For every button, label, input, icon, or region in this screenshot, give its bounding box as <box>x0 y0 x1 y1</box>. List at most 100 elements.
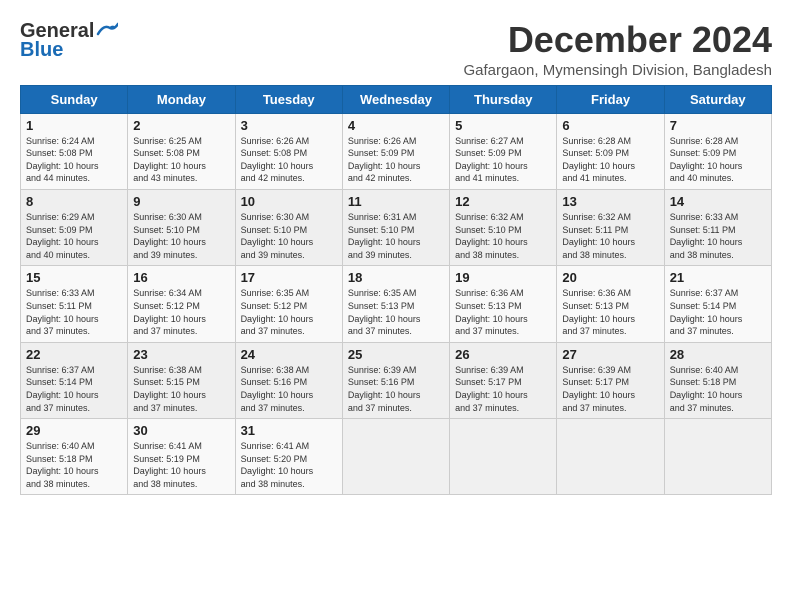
calendar-cell: 8 Sunrise: 6:29 AM Sunset: 5:09 PM Daylig… <box>21 189 128 265</box>
day-info: Sunrise: 6:39 AM Sunset: 5:16 PM Dayligh… <box>348 364 444 414</box>
logo-blue: Blue <box>20 39 63 62</box>
calendar-week-5: 29Sunrise: 6:40 AM Sunset: 5:18 PM Dayli… <box>21 419 772 495</box>
day-info: Sunrise: 6:36 AM Sunset: 5:13 PM Dayligh… <box>455 287 551 337</box>
calendar-cell: 13Sunrise: 6:32 AM Sunset: 5:11 PM Dayli… <box>557 189 664 265</box>
day-info: Sunrise: 6:39 AM Sunset: 5:17 PM Dayligh… <box>455 364 551 414</box>
day-info: Sunrise: 6:35 AM Sunset: 5:13 PM Dayligh… <box>348 287 444 337</box>
weekday-header-row: SundayMondayTuesdayWednesdayThursdayFrid… <box>21 85 772 113</box>
day-number: 18 <box>348 270 444 285</box>
day-number: 2 <box>133 118 229 133</box>
weekday-header-friday: Friday <box>557 85 664 113</box>
day-number: 1 <box>26 118 122 133</box>
weekday-header-sunday: Sunday <box>21 85 128 113</box>
calendar-week-1: 1 Sunrise: 6:24 AM Sunset: 5:08 PM Daylig… <box>21 113 772 189</box>
day-number: 14 <box>670 194 766 209</box>
weekday-header-wednesday: Wednesday <box>342 85 449 113</box>
calendar-cell <box>342 419 449 495</box>
weekday-header-tuesday: Tuesday <box>235 85 342 113</box>
calendar-cell: 17Sunrise: 6:35 AM Sunset: 5:12 PM Dayli… <box>235 266 342 342</box>
calendar-cell: 9Sunrise: 6:30 AM Sunset: 5:10 PM Daylig… <box>128 189 235 265</box>
calendar-cell: 16Sunrise: 6:34 AM Sunset: 5:12 PM Dayli… <box>128 266 235 342</box>
calendar-week-2: 8 Sunrise: 6:29 AM Sunset: 5:09 PM Daylig… <box>21 189 772 265</box>
calendar-cell: 30 Sunrise: 6:41 AM Sunset: 5:19 PM Dayli… <box>128 419 235 495</box>
weekday-header-monday: Monday <box>128 85 235 113</box>
calendar-week-3: 15Sunrise: 6:33 AM Sunset: 5:11 PM Dayli… <box>21 266 772 342</box>
day-info: Sunrise: 6:40 AM Sunset: 5:18 PM Dayligh… <box>26 440 122 490</box>
calendar-cell <box>450 419 557 495</box>
day-info: Sunrise: 6:29 AM Sunset: 5:09 PM Dayligh… <box>26 211 122 261</box>
day-number: 7 <box>670 118 766 133</box>
calendar-cell: 6 Sunrise: 6:28 AM Sunset: 5:09 PM Daylig… <box>557 113 664 189</box>
day-number: 4 <box>348 118 444 133</box>
day-info: Sunrise: 6:40 AM Sunset: 5:18 PM Dayligh… <box>670 364 766 414</box>
day-number: 23 <box>133 347 229 362</box>
day-info: Sunrise: 6:27 AM Sunset: 5:09 PM Dayligh… <box>455 135 551 185</box>
day-number: 22 <box>26 347 122 362</box>
day-info: Sunrise: 6:34 AM Sunset: 5:12 PM Dayligh… <box>133 287 229 337</box>
calendar-cell: 4 Sunrise: 6:26 AM Sunset: 5:09 PM Daylig… <box>342 113 449 189</box>
calendar-cell: 24Sunrise: 6:38 AM Sunset: 5:16 PM Dayli… <box>235 342 342 418</box>
calendar-cell: 7 Sunrise: 6:28 AM Sunset: 5:09 PM Daylig… <box>664 113 771 189</box>
day-info: Sunrise: 6:26 AM Sunset: 5:09 PM Dayligh… <box>348 135 444 185</box>
calendar-week-4: 22Sunrise: 6:37 AM Sunset: 5:14 PM Dayli… <box>21 342 772 418</box>
day-number: 30 <box>133 423 229 438</box>
day-info: Sunrise: 6:28 AM Sunset: 5:09 PM Dayligh… <box>670 135 766 185</box>
logo: General Blue <box>20 20 118 62</box>
calendar-cell: 23 Sunrise: 6:38 AM Sunset: 5:15 PM Dayli… <box>128 342 235 418</box>
day-info: Sunrise: 6:41 AM Sunset: 5:19 PM Dayligh… <box>133 440 229 490</box>
calendar-cell: 28 Sunrise: 6:40 AM Sunset: 5:18 PM Dayli… <box>664 342 771 418</box>
calendar-cell: 26 Sunrise: 6:39 AM Sunset: 5:17 PM Dayli… <box>450 342 557 418</box>
day-info: Sunrise: 6:30 AM Sunset: 5:10 PM Dayligh… <box>241 211 337 261</box>
day-number: 11 <box>348 194 444 209</box>
calendar-cell: 12 Sunrise: 6:32 AM Sunset: 5:10 PM Dayli… <box>450 189 557 265</box>
calendar-cell: 3 Sunrise: 6:26 AM Sunset: 5:08 PM Daylig… <box>235 113 342 189</box>
day-number: 21 <box>670 270 766 285</box>
day-info: Sunrise: 6:36 AM Sunset: 5:13 PM Dayligh… <box>562 287 658 337</box>
day-number: 19 <box>455 270 551 285</box>
title-section: December 2024 Gafargaon, Mymensingh Divi… <box>463 20 772 79</box>
calendar-cell: 21 Sunrise: 6:37 AM Sunset: 5:14 PM Dayli… <box>664 266 771 342</box>
day-info: Sunrise: 6:24 AM Sunset: 5:08 PM Dayligh… <box>26 135 122 185</box>
calendar-cell: 31 Sunrise: 6:41 AM Sunset: 5:20 PM Dayli… <box>235 419 342 495</box>
day-number: 26 <box>455 347 551 362</box>
day-number: 28 <box>670 347 766 362</box>
day-info: Sunrise: 6:32 AM Sunset: 5:10 PM Dayligh… <box>455 211 551 261</box>
calendar-cell: 1 Sunrise: 6:24 AM Sunset: 5:08 PM Daylig… <box>21 113 128 189</box>
day-number: 5 <box>455 118 551 133</box>
day-number: 13 <box>562 194 658 209</box>
day-info: Sunrise: 6:26 AM Sunset: 5:08 PM Dayligh… <box>241 135 337 185</box>
calendar-cell <box>557 419 664 495</box>
calendar-table: SundayMondayTuesdayWednesdayThursdayFrid… <box>20 85 772 496</box>
calendar-cell: 14Sunrise: 6:33 AM Sunset: 5:11 PM Dayli… <box>664 189 771 265</box>
day-number: 3 <box>241 118 337 133</box>
day-number: 9 <box>133 194 229 209</box>
day-number: 6 <box>562 118 658 133</box>
day-info: Sunrise: 6:37 AM Sunset: 5:14 PM Dayligh… <box>670 287 766 337</box>
day-info: Sunrise: 6:39 AM Sunset: 5:17 PM Dayligh… <box>562 364 658 414</box>
calendar-cell: 11 Sunrise: 6:31 AM Sunset: 5:10 PM Dayli… <box>342 189 449 265</box>
calendar-cell: 2Sunrise: 6:25 AM Sunset: 5:08 PM Daylig… <box>128 113 235 189</box>
page-header: General Blue December 2024 Gafargaon, My… <box>20 20 772 79</box>
day-number: 25 <box>348 347 444 362</box>
day-info: Sunrise: 6:38 AM Sunset: 5:15 PM Dayligh… <box>133 364 229 414</box>
calendar-cell: 25 Sunrise: 6:39 AM Sunset: 5:16 PM Dayli… <box>342 342 449 418</box>
day-number: 20 <box>562 270 658 285</box>
calendar-cell: 27 Sunrise: 6:39 AM Sunset: 5:17 PM Dayli… <box>557 342 664 418</box>
calendar-cell: 20 Sunrise: 6:36 AM Sunset: 5:13 PM Dayli… <box>557 266 664 342</box>
day-number: 24 <box>241 347 337 362</box>
day-number: 27 <box>562 347 658 362</box>
day-number: 15 <box>26 270 122 285</box>
day-number: 31 <box>241 423 337 438</box>
day-info: Sunrise: 6:31 AM Sunset: 5:10 PM Dayligh… <box>348 211 444 261</box>
day-number: 17 <box>241 270 337 285</box>
calendar-cell: 22Sunrise: 6:37 AM Sunset: 5:14 PM Dayli… <box>21 342 128 418</box>
calendar-cell <box>664 419 771 495</box>
weekday-header-saturday: Saturday <box>664 85 771 113</box>
calendar-cell: 15Sunrise: 6:33 AM Sunset: 5:11 PM Dayli… <box>21 266 128 342</box>
day-number: 8 <box>26 194 122 209</box>
day-info: Sunrise: 6:41 AM Sunset: 5:20 PM Dayligh… <box>241 440 337 490</box>
day-info: Sunrise: 6:28 AM Sunset: 5:09 PM Dayligh… <box>562 135 658 185</box>
day-number: 12 <box>455 194 551 209</box>
calendar-cell: 29Sunrise: 6:40 AM Sunset: 5:18 PM Dayli… <box>21 419 128 495</box>
logo-bird-icon <box>96 22 118 36</box>
